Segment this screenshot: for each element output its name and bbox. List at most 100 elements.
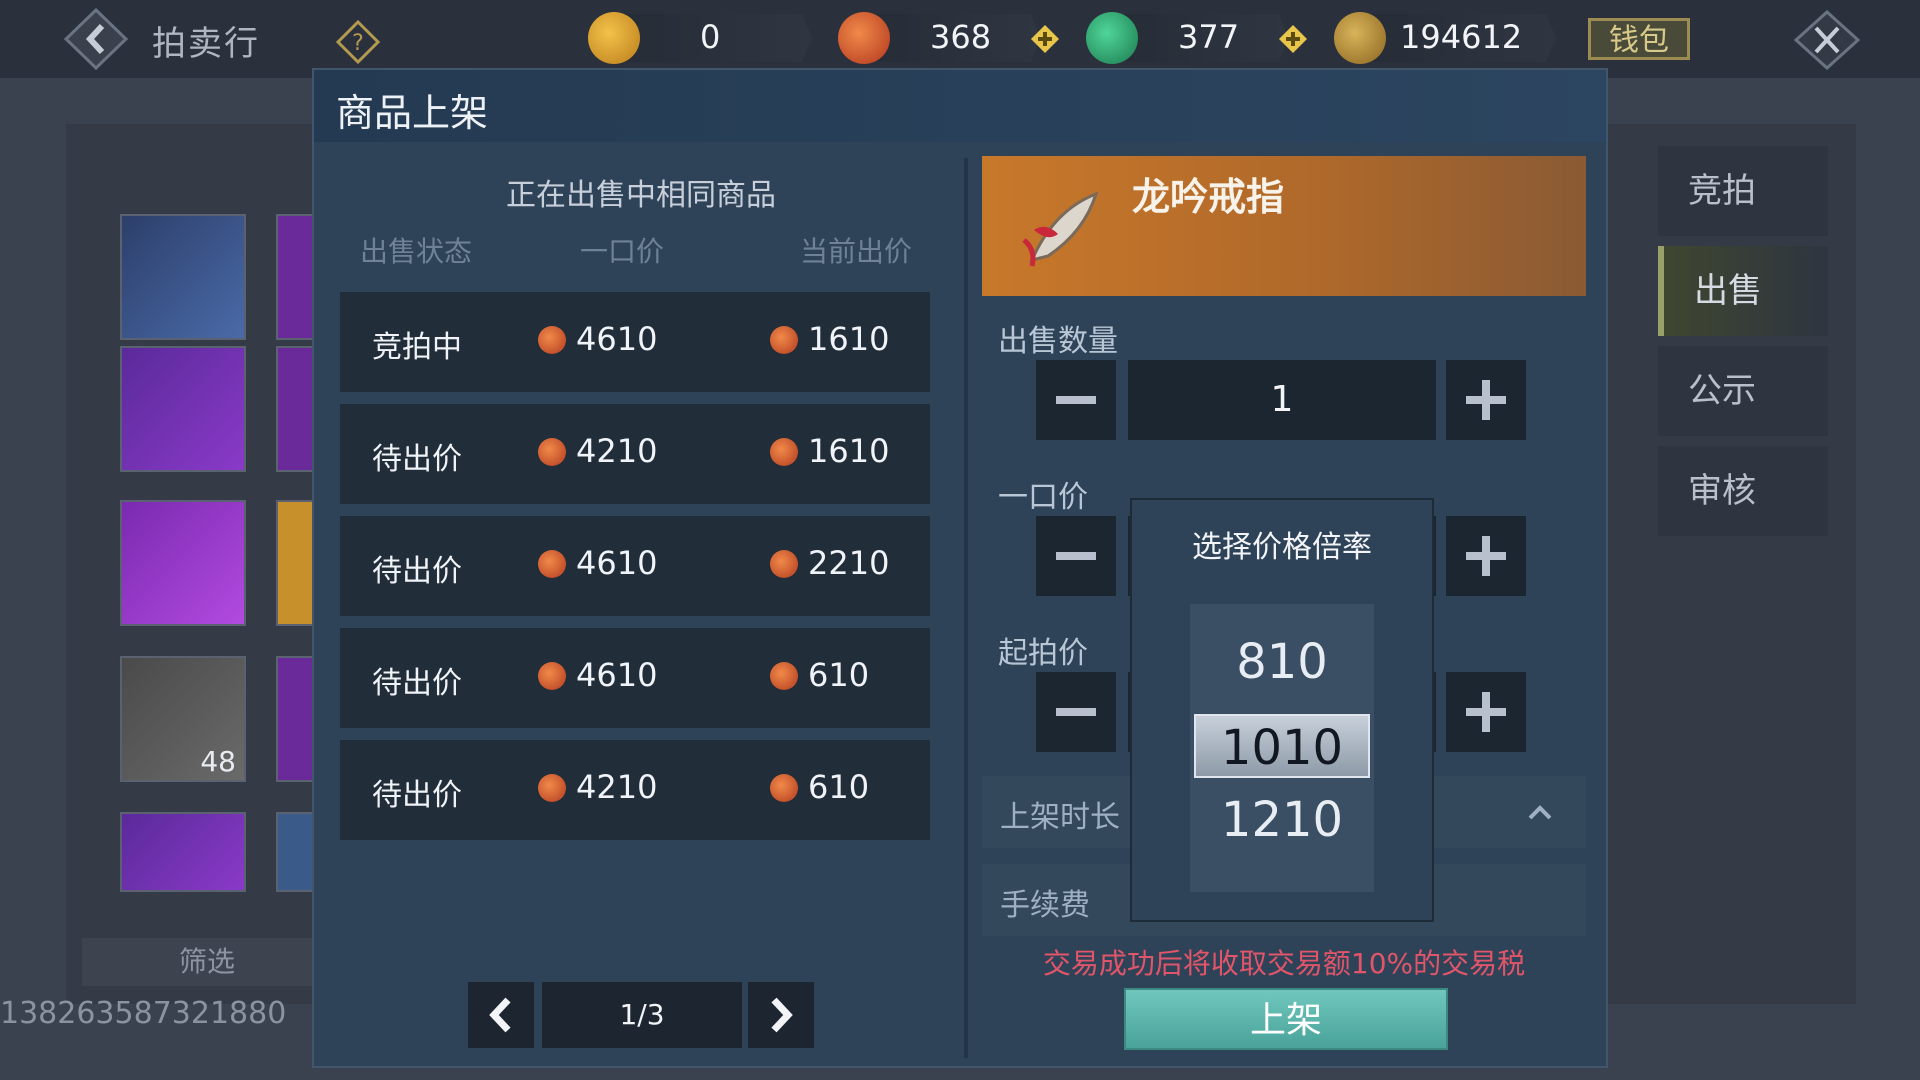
- back-button[interactable]: [63, 7, 129, 71]
- divider: [964, 158, 968, 1058]
- listing-row: 待出价 4210 1610: [340, 404, 930, 504]
- red-swirl-coin-icon: [838, 12, 890, 64]
- currency-value-copper: 194612: [1400, 18, 1523, 56]
- copper-coin-icon: [1334, 12, 1386, 64]
- buyout-decrease-button[interactable]: [1036, 516, 1116, 596]
- column-status: 出售状态: [360, 235, 473, 268]
- same-items-title: 正在出售中相同商品: [506, 178, 776, 213]
- help-icon[interactable]: ?: [335, 19, 381, 65]
- quantity-increase-button[interactable]: [1446, 360, 1526, 440]
- next-page-button[interactable]: [748, 982, 814, 1048]
- plus-icon: [1466, 536, 1506, 576]
- listing-row: 竞拍中 4610 1610: [340, 292, 930, 392]
- list-item-dialog: 商品上架 正在出售中相同商品 出售状态 一口价 当前出价 竞拍中 4610 16…: [312, 68, 1608, 1068]
- red-swirl-coin-icon: [770, 550, 798, 578]
- buyout-increase-button[interactable]: [1446, 516, 1526, 596]
- close-button[interactable]: [1792, 9, 1862, 71]
- quantity-input[interactable]: 1: [1128, 360, 1436, 440]
- dialog-header: 商品上架: [314, 70, 1606, 142]
- listing-row: 待出价 4210 610: [340, 740, 930, 840]
- filter-button[interactable]: 筛选: [82, 938, 332, 986]
- inventory-slot[interactable]: [276, 346, 314, 472]
- row-bid: 2210: [808, 544, 890, 582]
- add-currency-icon[interactable]: [1030, 24, 1060, 54]
- currency-value-red: 368: [930, 18, 992, 56]
- back-arrow-icon: [63, 7, 129, 71]
- item-name: 龙吟戒指: [1132, 175, 1285, 219]
- chevron-left-icon: [489, 997, 511, 1033]
- row-status: 待出价: [372, 778, 462, 813]
- row-bid: 1610: [808, 432, 890, 470]
- picker-list[interactable]: 810 1010 1210: [1190, 604, 1374, 892]
- list-item-button[interactable]: 上架: [1124, 988, 1448, 1050]
- tax-notice: 交易成功后将收取交易额10%的交易税: [1042, 947, 1526, 980]
- dialog-title: 商品上架: [336, 91, 489, 135]
- picker-option-selected[interactable]: 1010: [1194, 714, 1370, 778]
- inventory-slot[interactable]: 48: [120, 656, 246, 782]
- account-id: 138263587321880: [0, 996, 287, 1031]
- red-swirl-coin-icon: [538, 438, 566, 466]
- prev-page-button[interactable]: [468, 982, 534, 1048]
- row-status: 待出价: [372, 442, 462, 477]
- minus-icon: [1056, 552, 1096, 560]
- start-price-label: 起拍价: [998, 636, 1088, 671]
- jade-coin-icon: [1086, 12, 1138, 64]
- red-swirl-coin-icon: [538, 550, 566, 578]
- inventory-slot[interactable]: [276, 214, 314, 340]
- row-status: 竞拍中: [372, 330, 462, 365]
- row-bid: 610: [808, 768, 870, 806]
- minus-icon: [1056, 708, 1096, 716]
- tab-review[interactable]: 审核: [1658, 446, 1828, 536]
- row-bid: 1610: [808, 320, 890, 358]
- picker-title: 选择价格倍率: [1192, 530, 1372, 565]
- start-price-increase-button[interactable]: [1446, 672, 1526, 752]
- top-bar: 拍卖行 ? 0 368 377 194612 钱包: [0, 0, 1920, 78]
- start-price-decrease-button[interactable]: [1036, 672, 1116, 752]
- tab-sell[interactable]: 出售: [1658, 246, 1828, 336]
- buyout-label: 一口价: [998, 480, 1088, 515]
- red-swirl-coin-icon: [770, 774, 798, 802]
- inventory-slot[interactable]: [120, 500, 246, 626]
- column-buyout: 一口价: [580, 235, 665, 268]
- gold-ingot-icon: [588, 12, 640, 64]
- inventory-slot[interactable]: [276, 500, 314, 626]
- row-buyout: 4210: [576, 768, 658, 806]
- item-stack-count: 48: [200, 745, 236, 778]
- red-swirl-coin-icon: [538, 774, 566, 802]
- fee-label: 手续费: [1000, 888, 1090, 923]
- plus-icon: [1466, 380, 1506, 420]
- minus-icon: [1056, 396, 1096, 404]
- wallet-button[interactable]: 钱包: [1588, 18, 1690, 60]
- red-swirl-coin-icon: [538, 326, 566, 354]
- red-swirl-coin-icon: [770, 662, 798, 690]
- column-current-bid: 当前出价: [800, 235, 913, 268]
- price-multiplier-picker: 选择价格倍率 810 1010 1210: [1130, 498, 1434, 922]
- ring-item-icon: [1022, 191, 1099, 267]
- row-buyout: 4610: [576, 544, 658, 582]
- row-buyout: 4610: [576, 656, 658, 694]
- inventory-slot[interactable]: [120, 346, 246, 472]
- inventory-slot[interactable]: [120, 214, 246, 340]
- picker-option[interactable]: 1210: [1190, 792, 1374, 848]
- red-swirl-coin-icon: [770, 438, 798, 466]
- page-indicator: 1/3: [542, 982, 742, 1048]
- tab-auction[interactable]: 竞拍: [1658, 146, 1828, 236]
- currency-value-gold: 0: [700, 18, 721, 56]
- tab-notice[interactable]: 公示: [1658, 346, 1828, 436]
- inventory-slot[interactable]: [276, 812, 314, 892]
- inventory-slot[interactable]: [120, 812, 246, 892]
- row-buyout: 4210: [576, 432, 658, 470]
- close-icon: [1793, 9, 1861, 71]
- page-title: 拍卖行: [152, 24, 260, 64]
- inventory-slot[interactable]: [276, 656, 314, 782]
- quantity-label: 出售数量: [998, 324, 1118, 359]
- item-banner: 龙吟戒指: [982, 156, 1586, 296]
- picker-option[interactable]: 810: [1190, 634, 1374, 690]
- row-status: 待出价: [372, 554, 462, 589]
- chevron-up-icon: [1528, 805, 1552, 820]
- row-buyout: 4610: [576, 320, 658, 358]
- row-status: 待出价: [372, 666, 462, 701]
- quantity-decrease-button[interactable]: [1036, 360, 1116, 440]
- duration-label: 上架时长: [1000, 800, 1120, 835]
- add-currency-icon[interactable]: [1278, 24, 1308, 54]
